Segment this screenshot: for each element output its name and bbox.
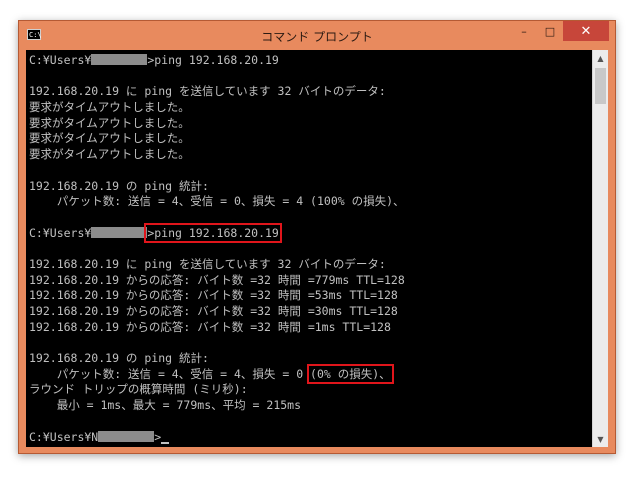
output-text: 最小 = 1ms、最大 = 779ms、平均 = 215ms — [29, 398, 302, 413]
redacted-username — [98, 430, 155, 442]
output-text: 192.168.20.19 からの応答: バイト数 =32 時間 =1ms TT… — [29, 319, 391, 334]
highlighted-loss-rate: (0% の損失)、 — [307, 363, 394, 384]
console-line: 要求がタイムアウトしました。 — [29, 131, 595, 147]
console-line: 192.168.20.19 からの応答: バイト数 =32 時間 =1ms TT… — [29, 320, 595, 336]
command-prompt-window: C:\ コマンド プロンプト – □ ✕ C:¥Users¥ >ping 192.… — [18, 20, 616, 454]
console-lines: C:¥Users¥ >ping 192.168.20.19 192.168.20.1… — [29, 53, 595, 445]
maximize-button[interactable]: □ — [537, 21, 563, 41]
console-line: 192.168.20.19 からの応答: バイト数 =32 時間 =779ms … — [29, 273, 595, 289]
output-text: パケット数: 送信 = 4、受信 = 4、損失 = 0 — [29, 366, 311, 381]
console-line: 要求がタイムアウトしました。 — [29, 100, 595, 116]
close-button[interactable]: ✕ — [563, 21, 609, 41]
output-text: 192.168.20.19 からの応答: バイト数 =32 時間 =779ms … — [29, 272, 405, 287]
output-text: 192.168.20.19 の ping 統計: — [29, 178, 209, 193]
redacted-username — [91, 54, 148, 65]
output-text: 192.168.20.19 の ping 統計: — [29, 351, 209, 366]
console-line: 192.168.20.19 からの応答: バイト数 =32 時間 =30ms T… — [29, 304, 595, 320]
console-line: パケット数: 送信 = 4、受信 = 4、損失 = 0 (0% の損失)、 — [29, 363, 595, 384]
output-text: 要求がタイムアウトしました。 — [29, 115, 190, 130]
output-text: 192.168.20.19 に ping を送信しています 32 バイトのデータ… — [29, 256, 386, 271]
text-cursor — [161, 441, 170, 444]
minimize-button[interactable]: – — [511, 21, 537, 41]
vertical-scrollbar[interactable]: ▲ ▼ — [592, 50, 608, 447]
scroll-thumb[interactable] — [595, 68, 606, 104]
output-text: ラウンド トリップの概算時間 (ミリ秒): — [29, 382, 248, 397]
console-line: 192.168.20.19 からの応答: バイト数 =32 時間 =53ms T… — [29, 288, 595, 304]
scroll-down-icon[interactable]: ▼ — [593, 431, 608, 447]
prompt-path: C:¥Users¥N — [29, 429, 99, 444]
output-text: 192.168.20.19 からの応答: バイト数 =32 時間 =30ms T… — [29, 304, 398, 318]
output-text: 要求がタイムアウトしました。 — [29, 100, 190, 115]
console-line: 192.168.20.19 の ping 統計: — [29, 179, 595, 195]
title-bar[interactable]: C:\ コマンド プロンプト – □ ✕ — [19, 21, 615, 51]
console-line: 192.168.20.19 に ping を送信しています 32 バイトのデータ… — [29, 84, 595, 100]
scroll-up-icon[interactable]: ▲ — [593, 50, 608, 66]
console-line: 要求がタイムアウトしました。 — [29, 116, 595, 132]
window-controls: – □ ✕ — [511, 21, 609, 43]
console-line: 最小 = 1ms、最大 = 779ms、平均 = 215ms — [29, 398, 595, 414]
prompt-command: >ping 192.168.20.19 — [147, 53, 279, 67]
output-text: 要求がタイムアウトしました。 — [29, 147, 190, 162]
console-line: 192.168.20.19 の ping 統計: — [29, 351, 595, 367]
console-line: 192.168.20.19 に ping を送信しています 32 バイトのデータ… — [29, 257, 595, 273]
prompt-path: C:¥Users¥ — [29, 53, 92, 67]
output-text: 要求がタイムアウトしました。 — [29, 131, 190, 146]
prompt-command: > — [154, 429, 162, 444]
highlighted-command: >ping 192.168.20.19 — [144, 222, 282, 243]
console-line: C:¥Users¥ >ping 192.168.20.19 — [29, 222, 595, 243]
output-text: 192.168.20.19 に ping を送信しています 32 バイトのデータ… — [29, 84, 386, 99]
console-line: C:¥Users¥N > — [29, 430, 595, 446]
console-line: C:¥Users¥ >ping 192.168.20.19 — [29, 53, 595, 69]
console-line: パケット数: 送信 = 4、受信 = 0、損失 = 4 (100% の損失)、 — [29, 194, 595, 210]
console-line: 要求がタイムアウトしました。 — [29, 147, 595, 163]
prompt-path: C:¥Users¥ — [29, 225, 92, 240]
console-line: ラウンド トリップの概算時間 (ミリ秒): — [29, 382, 595, 398]
output-text: パケット数: 送信 = 4、受信 = 0、損失 = 4 (100% の損失)、 — [29, 194, 405, 209]
redacted-username — [91, 226, 148, 238]
console-output[interactable]: C:¥Users¥ >ping 192.168.20.19 192.168.20.1… — [26, 50, 595, 447]
output-text: 192.168.20.19 からの応答: バイト数 =32 時間 =53ms T… — [29, 288, 398, 303]
